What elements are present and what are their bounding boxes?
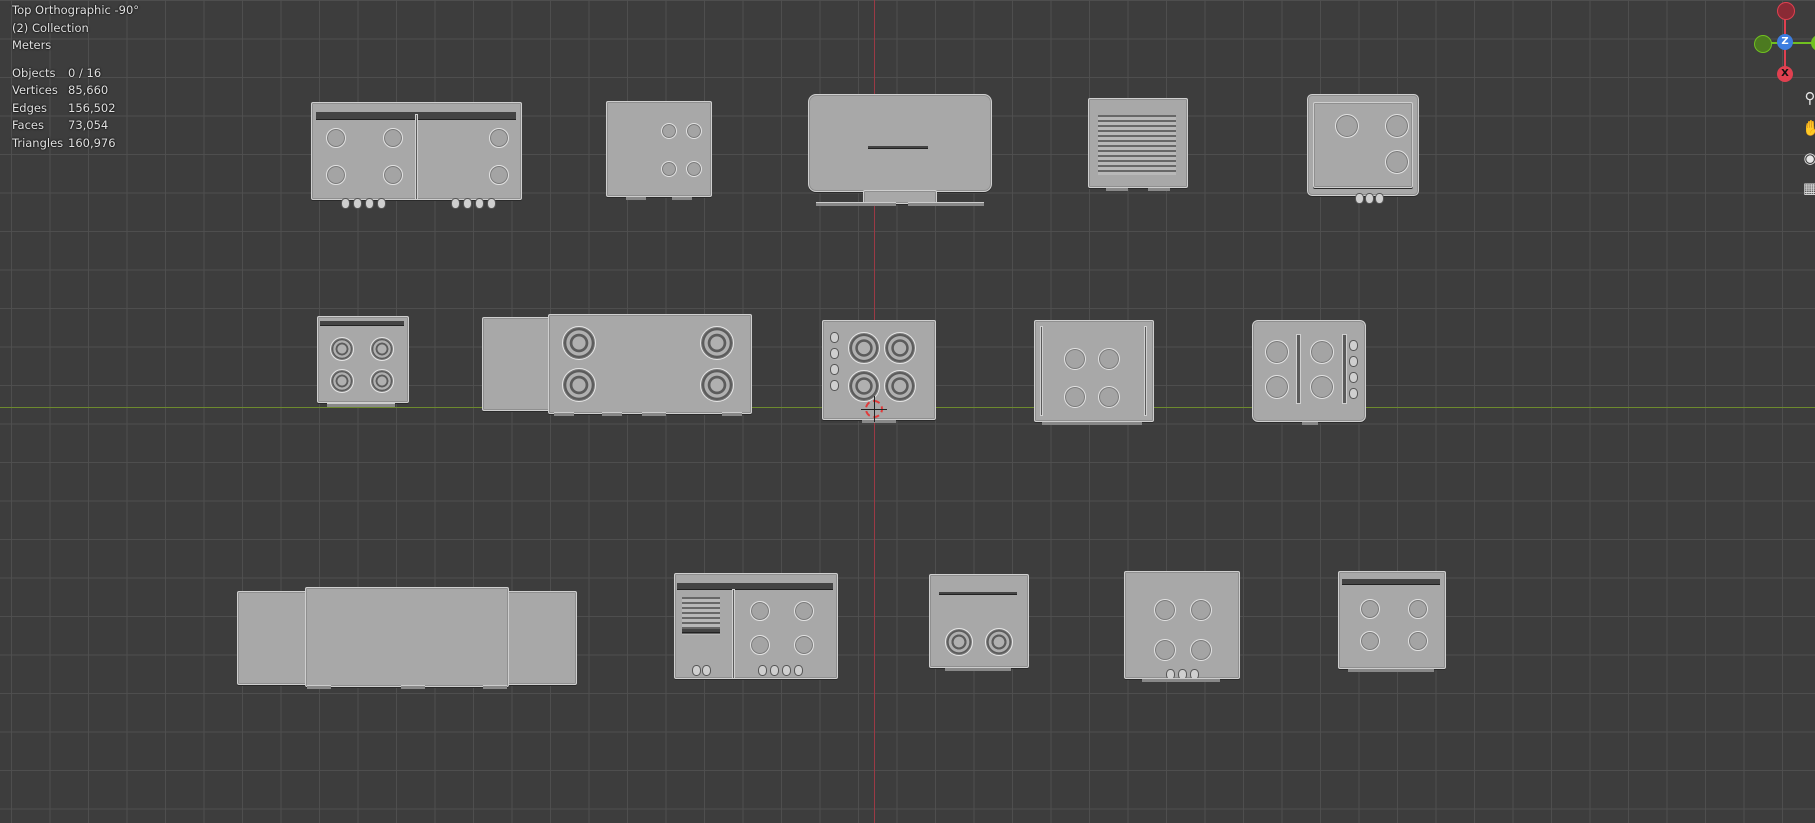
- gizmo-neg-y-ball[interactable]: [1754, 35, 1772, 53]
- scene-statistics: Objects 0 / 16 Vertices 85,660 Edges 156…: [12, 65, 139, 153]
- stove-object[interactable]: [606, 101, 712, 201]
- pan-icon[interactable]: ✋: [1802, 120, 1815, 136]
- stat-label: Objects: [12, 65, 56, 80]
- stove-object[interactable]: [237, 587, 577, 691]
- stat-value: 160,976: [68, 135, 116, 150]
- stove-object[interactable]: [929, 574, 1029, 674]
- stat-label: Triangles: [12, 135, 64, 150]
- gizmo-x-ball[interactable]: X: [1777, 66, 1793, 82]
- zoom-icon[interactable]: ⚲: [1802, 90, 1815, 106]
- stat-value: 73,054: [68, 118, 109, 132]
- collection-name: (2) Collection: [12, 20, 89, 35]
- gizmo-y-ball[interactable]: [1811, 35, 1815, 51]
- stove-object[interactable]: [311, 102, 522, 212]
- stat-label: Edges: [12, 100, 47, 115]
- stat-label: Vertices: [12, 83, 58, 97]
- stove-object[interactable]: [1307, 94, 1419, 204]
- stove-object[interactable]: [674, 573, 838, 683]
- stove-object[interactable]: [482, 314, 752, 422]
- navigation-gizmo[interactable]: X Z: [1745, 0, 1815, 90]
- stove-object[interactable]: [317, 316, 409, 411]
- stove-object[interactable]: [1338, 571, 1446, 675]
- stat-label: Faces: [12, 118, 44, 132]
- stove-object[interactable]: [1034, 320, 1154, 426]
- stove-object[interactable]: [808, 94, 992, 210]
- units-label: Meters: [12, 38, 52, 52]
- 3d-cursor[interactable]: [861, 396, 887, 422]
- gizmo-neg-x-ball[interactable]: [1777, 2, 1795, 20]
- camera-icon[interactable]: ◉: [1802, 150, 1815, 166]
- grid-icon[interactable]: ▦: [1802, 180, 1815, 196]
- stat-value: 0 / 16: [68, 65, 102, 80]
- stove-object[interactable]: [1252, 320, 1366, 428]
- 3d-viewport[interactable]: Top Orthographic -90° (2) Collection Met…: [0, 0, 1815, 823]
- gizmo-z-ball[interactable]: Z: [1777, 34, 1793, 50]
- view-name: Top Orthographic -90°: [12, 3, 140, 17]
- stat-value: 156,502: [68, 100, 116, 115]
- stove-object[interactable]: [1124, 571, 1240, 687]
- viewport-info-overlay: Top Orthographic -90° (2) Collection Met…: [12, 2, 139, 152]
- stove-object[interactable]: [1088, 98, 1188, 194]
- stat-value: 85,660: [68, 83, 109, 97]
